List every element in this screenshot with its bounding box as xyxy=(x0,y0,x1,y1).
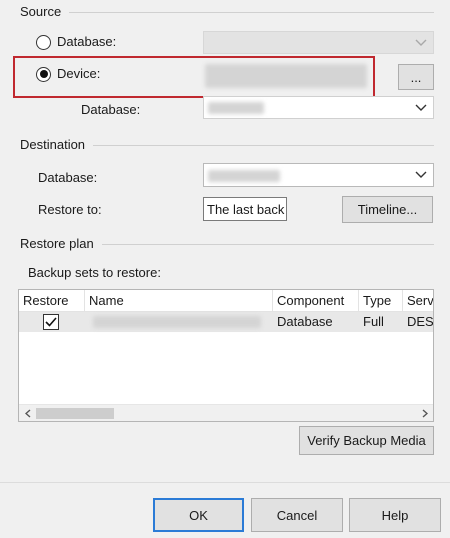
restore-plan-group-divider xyxy=(101,243,434,245)
restore-plan-group-header: Restore plan xyxy=(20,236,434,252)
database-radio-label: Database: xyxy=(57,34,117,49)
timeline-button[interactable]: Timeline... xyxy=(342,196,433,223)
source-database-value xyxy=(208,102,264,114)
verify-backup-media-button[interactable]: Verify Backup Media xyxy=(299,426,434,455)
destination-group-title: Destination xyxy=(20,137,86,152)
source-group-divider xyxy=(69,11,434,13)
table-row[interactable]: Database Full DES xyxy=(19,312,433,332)
restore-to-label: Restore to: xyxy=(38,202,102,217)
destination-database-label: Database: xyxy=(38,170,98,185)
horizontal-scrollbar[interactable] xyxy=(19,404,433,421)
checkmark-icon xyxy=(45,317,57,327)
device-radio[interactable]: Device: xyxy=(36,66,100,82)
column-header-type[interactable]: Type xyxy=(359,290,403,312)
destination-database-value xyxy=(208,170,280,182)
backup-sets-grid[interactable]: Restore Name Component Type Serv Databas… xyxy=(18,289,434,422)
backup-set-name xyxy=(93,316,261,328)
arrow-right-icon[interactable] xyxy=(416,405,433,421)
ok-button[interactable]: OK xyxy=(153,498,244,532)
chevron-down-icon xyxy=(415,39,427,46)
destination-database-select[interactable] xyxy=(203,163,434,187)
restore-to-field[interactable]: The last back xyxy=(203,197,287,221)
destination-group-header: Destination xyxy=(20,137,434,153)
column-header-server[interactable]: Serv xyxy=(403,290,433,312)
restore-checkbox[interactable] xyxy=(43,314,59,330)
source-database-select[interactable] xyxy=(203,96,434,119)
destination-group-divider xyxy=(93,144,434,146)
restore-plan-group-title: Restore plan xyxy=(20,236,94,251)
backup-sets-label: Backup sets to restore: xyxy=(28,265,161,280)
column-header-name[interactable]: Name xyxy=(85,290,273,312)
chevron-down-icon xyxy=(415,104,427,111)
footer-divider xyxy=(0,482,450,483)
source-group-header: Source xyxy=(20,4,434,20)
help-button[interactable]: Help xyxy=(349,498,441,532)
device-radio-label: Device: xyxy=(57,66,101,81)
database-radio[interactable]: Database: xyxy=(36,34,116,50)
column-header-component[interactable]: Component xyxy=(273,290,359,312)
arrow-left-icon[interactable] xyxy=(19,405,36,421)
scrollbar-thumb[interactable] xyxy=(36,408,114,419)
row-component: Database xyxy=(277,314,333,329)
radio-selected-dot xyxy=(39,70,48,78)
chevron-down-icon xyxy=(415,171,427,178)
column-header-restore[interactable]: Restore xyxy=(19,290,85,312)
row-type: Full xyxy=(363,314,384,329)
cancel-button[interactable]: Cancel xyxy=(251,498,343,532)
device-browse-button[interactable]: ... xyxy=(398,64,434,90)
row-server: DES xyxy=(407,314,434,329)
device-path-field[interactable] xyxy=(205,64,367,88)
device-radio-button[interactable] xyxy=(36,66,51,82)
source-database-label: Database: xyxy=(81,102,141,117)
source-database-dropdown[interactable] xyxy=(203,31,434,54)
database-radio-button[interactable] xyxy=(36,34,51,50)
grid-header-row: Restore Name Component Type Serv xyxy=(19,290,433,312)
source-group-title: Source xyxy=(20,4,62,19)
